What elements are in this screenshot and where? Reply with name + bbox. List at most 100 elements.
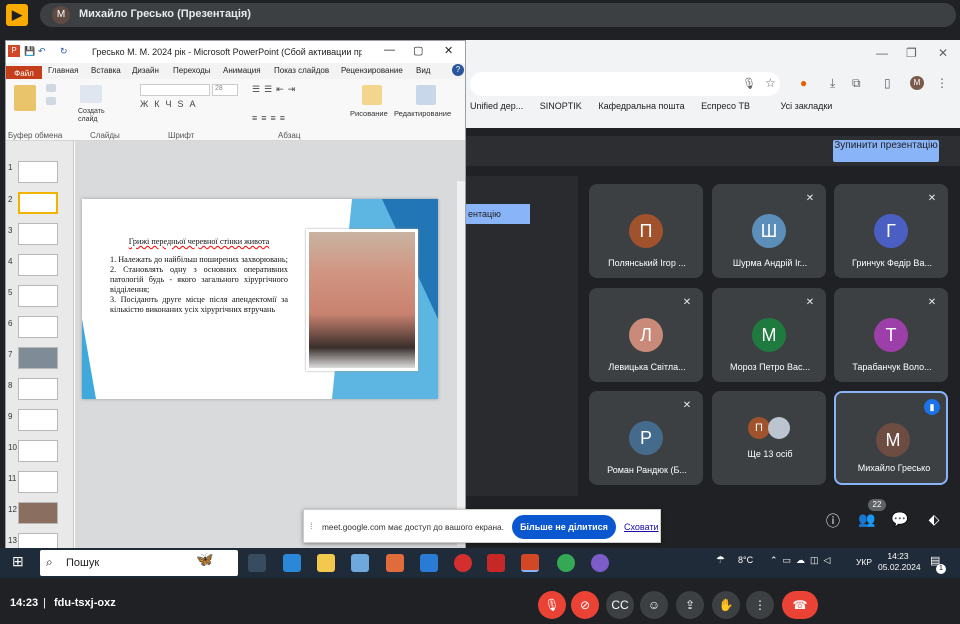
slide-thumbnail[interactable] (18, 502, 58, 524)
find-icon[interactable] (416, 85, 436, 105)
shapes-icon[interactable] (362, 85, 382, 105)
drag-handle-icon[interactable]: ⁞ (310, 521, 313, 531)
tab-home[interactable]: Главная (48, 66, 79, 75)
new-slide-label[interactable]: Создать слайд (78, 108, 108, 124)
participant-tile[interactable]: П Полянський Ігор ... (589, 184, 703, 278)
profile-avatar[interactable]: М (910, 76, 924, 90)
participant-tile[interactable]: ✕ Р Роман Рандюк (Б... (589, 391, 703, 485)
slide-thumbnail[interactable] (18, 533, 58, 549)
align-icons[interactable]: ≡≡≡≡ (252, 113, 289, 123)
tab-animation[interactable]: Анимация (223, 66, 261, 75)
raise-hand-button[interactable]: ✋ (712, 591, 740, 619)
powerpoint-taskbar-icon[interactable] (521, 554, 539, 572)
stop-sharing-button[interactable]: Більше не ділитися (512, 515, 616, 539)
close-icon[interactable]: ✕ (444, 44, 453, 57)
copy-icon[interactable] (46, 97, 56, 105)
mcafee-icon[interactable] (487, 554, 505, 572)
star-icon[interactable]: ☆ (765, 76, 776, 90)
bookmark-item[interactable]: Еспресо ТВ (701, 101, 750, 111)
vertical-scrollbar[interactable] (457, 181, 465, 546)
windows-start-icon[interactable]: ⊞ (12, 553, 24, 570)
bookmark-item[interactable]: SINOPTIK (540, 101, 582, 111)
viber-icon[interactable] (591, 554, 609, 572)
emoji-button[interactable]: ☺ (640, 591, 668, 619)
chrome-icon[interactable] (557, 554, 575, 572)
mic-off-button[interactable]: 🎙 (538, 591, 566, 619)
app-icon[interactable] (386, 554, 404, 572)
participant-tile[interactable]: ✕ М Мороз Петро Вас... (712, 288, 826, 382)
minimize-icon[interactable]: — (876, 46, 888, 60)
undo-icon[interactable]: ↶ (38, 46, 46, 57)
weather-temp[interactable]: 8°C (738, 555, 753, 565)
participant-tile[interactable]: ✕ Т Тарабанчук Воло... (834, 288, 948, 382)
drawing-label[interactable]: Рисование (350, 109, 388, 118)
save-icon[interactable]: 💾 (24, 46, 35, 57)
help-icon[interactable]: ? (452, 64, 464, 76)
participant-tile[interactable]: ✕ Г Гринчук Федір Ва... (834, 184, 948, 278)
slide-thumbnail[interactable] (18, 440, 58, 462)
slide-thumbnail[interactable] (18, 378, 58, 400)
leave-call-button[interactable]: ☎ (782, 591, 818, 619)
restore-icon[interactable]: ❐ (906, 46, 917, 60)
puzzle-icon[interactable]: ⧉ (852, 76, 861, 91)
task-view-icon[interactable] (248, 554, 266, 572)
tab-view[interactable]: Вид (416, 66, 430, 75)
edge-icon[interactable] (283, 554, 301, 572)
taskbar-clock[interactable]: 14:23 05.02.2024 (878, 551, 921, 573)
paste-icon[interactable] (14, 85, 36, 111)
maximize-icon[interactable]: ▢ (413, 44, 423, 57)
tab-design[interactable]: Дизайн (132, 66, 159, 75)
tray-icons[interactable]: ⌃▭☁◫◁ (770, 555, 835, 566)
close-icon[interactable]: ✕ (938, 46, 948, 60)
stop-presenting-button[interactable]: Зупинити презентацію (833, 140, 939, 162)
slide-thumbnail[interactable] (18, 223, 58, 245)
slide-thumbnail[interactable] (18, 347, 58, 369)
menu-icon[interactable]: ⋮ (936, 76, 948, 90)
tab-slideshow[interactable]: Показ слайдов (274, 66, 329, 75)
extension-icon[interactable]: ● (800, 76, 807, 90)
tab-transitions[interactable]: Переходы (173, 66, 211, 75)
slide-thumbnail[interactable] (18, 161, 58, 183)
download-icon[interactable]: ⤓ (830, 76, 835, 91)
more-options-button[interactable]: ⋮ (746, 591, 774, 619)
weather-icon[interactable]: ☂ (716, 555, 725, 566)
cut-icon[interactable] (46, 84, 56, 92)
slide-thumbnail[interactable] (18, 285, 58, 307)
bookmark-item[interactable]: Усі закладки (781, 101, 833, 111)
slide-thumbnail[interactable] (18, 471, 58, 493)
participant-tile[interactable]: ✕ Ш Шурма Андрій Іг... (712, 184, 826, 278)
participant-tile-self[interactable]: ▮ М Михайло Гресько (834, 391, 948, 485)
more-participants-tile[interactable]: П Ще 13 осіб (712, 391, 826, 485)
current-slide[interactable]: Грижі передньої черевної стінки живота 1… (82, 199, 438, 399)
mail-icon[interactable] (420, 554, 438, 572)
redo-icon[interactable]: ↻ (60, 46, 68, 57)
font-format-icons[interactable]: ЖКЧSA (140, 99, 202, 109)
tab-review[interactable]: Рецензирование (341, 66, 403, 75)
captions-button[interactable]: CC (606, 591, 634, 619)
bookmark-item[interactable]: Кафедральна пошта (598, 101, 684, 111)
explorer-icon[interactable] (317, 554, 335, 572)
slide-thumbnail[interactable] (18, 254, 58, 276)
slide-thumbnail[interactable] (18, 316, 58, 338)
minimize-icon[interactable]: — (384, 44, 395, 56)
camera-off-button[interactable]: ⊘ (571, 591, 599, 619)
people-icon[interactable]: 👥 (857, 511, 877, 528)
new-slide-icon[interactable] (80, 85, 102, 103)
font-name-box[interactable] (140, 84, 210, 96)
chat-icon[interactable]: 💬 (890, 511, 910, 528)
present-button[interactable]: ⇪ (676, 591, 704, 619)
slide-thumbnail-selected[interactable] (18, 192, 58, 214)
bookmark-item[interactable]: Unified дер... (470, 101, 523, 111)
store-icon[interactable] (351, 554, 369, 572)
sidepanel-icon[interactable]: ▯ (884, 76, 891, 90)
info-icon[interactable]: ⓘ (823, 511, 843, 531)
editing-label[interactable]: Редактирование (394, 109, 451, 118)
participant-tile[interactable]: ✕ Л Левицька Світла... (589, 288, 703, 382)
mic-icon[interactable]: 🎙 (742, 77, 756, 90)
slide-thumbnail[interactable] (18, 409, 58, 431)
font-size-box[interactable]: 28 (212, 84, 238, 96)
language-indicator[interactable]: УКР (856, 557, 872, 567)
tab-insert[interactable]: Вставка (91, 66, 121, 75)
activities-icon[interactable]: ⬖ (924, 511, 944, 528)
address-bar[interactable] (470, 72, 780, 96)
